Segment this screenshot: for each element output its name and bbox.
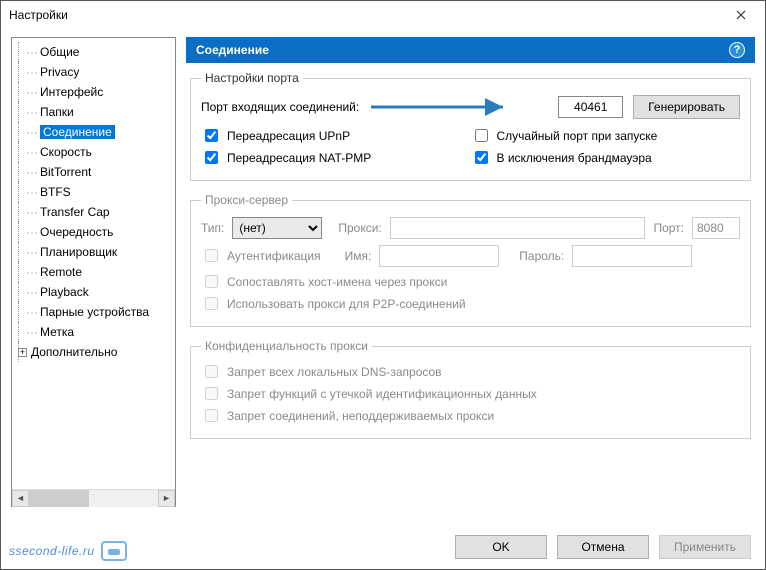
tree-item-advanced[interactable]: +Дополнительно [12, 342, 175, 362]
category-tree: ···Общие···Privacy···Интерфейс···Папки··… [11, 37, 176, 507]
dialog-body: ···Общие···Privacy···Интерфейс···Папки··… [1, 29, 765, 517]
generate-button[interactable]: Генерировать [633, 95, 740, 119]
window-title: Настройки [9, 8, 68, 22]
tree-item-3[interactable]: ···Папки [12, 102, 175, 122]
tree-item-6[interactable]: ···BitTorrent [12, 162, 175, 182]
tree-item-0[interactable]: ···Общие [12, 42, 175, 62]
watermark: ssecond-life.ru [9, 541, 127, 561]
ok-button[interactable]: OK [455, 535, 547, 559]
incoming-port-label: Порт входящих соединений: [201, 100, 359, 114]
tree-item-4[interactable]: ···Соединение [12, 122, 175, 142]
scroll-right-icon[interactable]: ► [158, 490, 175, 507]
close-button[interactable] [721, 1, 761, 29]
proxy-host-label: Прокси: [338, 221, 381, 235]
tree-item-9[interactable]: ···Очередность [12, 222, 175, 242]
tree-item-12[interactable]: ···Playback [12, 282, 175, 302]
port-arrow [369, 95, 623, 119]
port-legend: Настройки порта [201, 71, 303, 85]
proxy-privacy-group: Конфиденциальность прокси Запрет всех ло… [190, 339, 751, 439]
tree-item-7[interactable]: ···BTFS [12, 182, 175, 202]
proxy-group: Прокси-сервер Тип: (нет) Прокси: Порт: А… [190, 193, 751, 327]
panel-header: Соединение ? [186, 37, 755, 63]
dialog-footer: ssecond-life.ru OK Отмена Применить [1, 525, 765, 569]
help-icon[interactable]: ? [729, 42, 745, 58]
tree-item-14[interactable]: ···Метка [12, 322, 175, 342]
proxy-user-input[interactable] [379, 245, 499, 267]
disable-unsupported-checkbox[interactable]: Запрет соединений, неподдерживаемых прок… [201, 406, 740, 425]
port-settings-group: Настройки порта Порт входящих соединений… [190, 71, 751, 181]
scroll-left-icon[interactable]: ◄ [12, 490, 29, 507]
proxy-type-label: Тип: [201, 221, 224, 235]
proxy-pass-label: Пароль: [519, 249, 564, 263]
tree-item-10[interactable]: ···Планировщик [12, 242, 175, 262]
firewall-exception-checkbox[interactable]: В исключения брандмауэра [471, 148, 741, 167]
panel-title: Соединение [196, 43, 269, 57]
incoming-port-input[interactable] [558, 96, 623, 118]
proxy-port-label: Порт: [653, 221, 684, 235]
proxy-pass-input[interactable] [572, 245, 692, 267]
disable-leak-checkbox[interactable]: Запрет функций с утечкой идентификационн… [201, 384, 740, 403]
tree-item-1[interactable]: ···Privacy [12, 62, 175, 82]
settings-panel: Соединение ? Настройки порта Порт входящ… [186, 37, 755, 507]
proxy-type-select[interactable]: (нет) [232, 217, 322, 239]
proxy-user-label: Имя: [345, 249, 372, 263]
tree-item-2[interactable]: ···Интерфейс [12, 82, 175, 102]
apply-button[interactable]: Применить [659, 535, 751, 559]
tree-item-8[interactable]: ···Transfer Cap [12, 202, 175, 222]
titlebar: Настройки [1, 1, 765, 29]
disable-dns-checkbox[interactable]: Запрет всех локальных DNS-запросов [201, 362, 740, 381]
proxy-hostnames-checkbox[interactable]: Сопоставлять хост-имена через прокси [201, 272, 740, 291]
random-port-checkbox[interactable]: Случайный порт при запуске [471, 126, 741, 145]
watermark-logo-icon [101, 541, 127, 561]
cancel-button[interactable]: Отмена [557, 535, 649, 559]
settings-window: Настройки ···Общие···Privacy···Интерфейс… [0, 0, 766, 570]
natpmp-checkbox[interactable]: Переадресация NAT-PMP [201, 148, 471, 167]
proxy-port-input[interactable] [692, 217, 740, 239]
upnp-checkbox[interactable]: Переадресация UPnP [201, 126, 471, 145]
proxy-auth-checkbox[interactable]: Аутентификация [201, 246, 321, 265]
tree-item-13[interactable]: ···Парные устройства [12, 302, 175, 322]
tree-scrollbar[interactable]: ◄ ► [12, 489, 175, 506]
tree-item-11[interactable]: ···Remote [12, 262, 175, 282]
privacy-legend: Конфиденциальность прокси [201, 339, 372, 353]
proxy-legend: Прокси-сервер [201, 193, 292, 207]
proxy-host-input[interactable] [390, 217, 646, 239]
proxy-p2p-checkbox[interactable]: Использовать прокси для P2P-соединений [201, 294, 740, 313]
expand-icon[interactable]: + [18, 348, 27, 357]
tree-item-5[interactable]: ···Скорость [12, 142, 175, 162]
